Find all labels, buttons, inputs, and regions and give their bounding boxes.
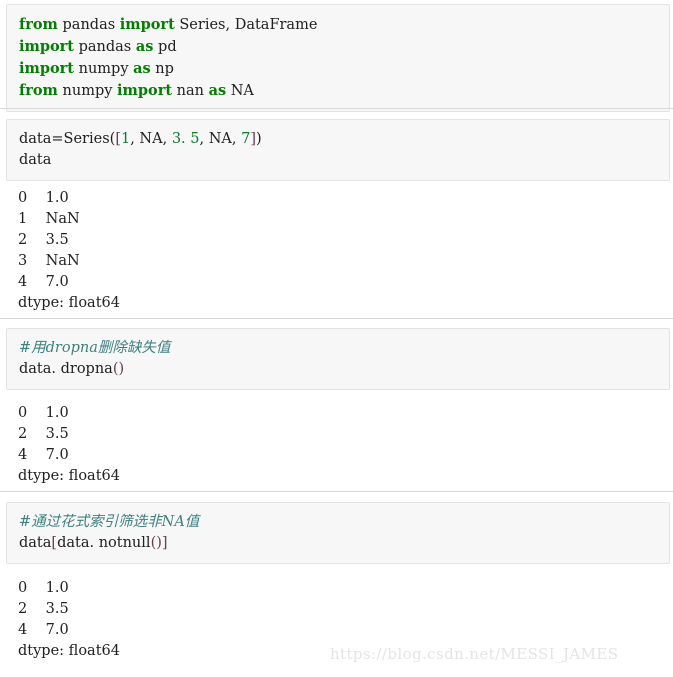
code-token-plain: np bbox=[150, 61, 174, 77]
code-token-cmt: #通过花式索引筛选非NA值 bbox=[19, 514, 200, 530]
output-line: 4 7.0 bbox=[18, 622, 69, 638]
code-token-plain: data. dropna bbox=[19, 361, 113, 377]
code-token-num: 3. 5 bbox=[171, 131, 200, 147]
code-token-plain: pandas bbox=[57, 17, 120, 33]
code-line: data[data. notnull()] bbox=[19, 533, 669, 554]
code-token-plain: data bbox=[19, 152, 52, 168]
jupyter-notebook-page: from pandas import Series, DataFrame impo… bbox=[0, 0, 673, 677]
code-token-plain: data. notnu bbox=[57, 535, 142, 551]
code-line: #用dropna删除缺失值 bbox=[19, 338, 669, 359]
code-cell-body[interactable]: data=Series([1, NA, 3. 5, NA, 7]) data bbox=[7, 120, 669, 180]
code-token-kw: import bbox=[117, 82, 173, 99]
code-token-kw: from bbox=[19, 82, 58, 99]
code-token-plain: data=Series( bbox=[19, 131, 116, 147]
output-line: dtype: float64 bbox=[18, 468, 120, 484]
code-token-plain: , NA, bbox=[199, 131, 242, 147]
code-token-plain: Series, DataFrame bbox=[174, 17, 318, 33]
output-area-dropna: 0 1.0 2 3.5 4 7.0 dtype: float64 bbox=[6, 403, 670, 487]
code-token-kw: as bbox=[208, 82, 227, 99]
code-line: data. dropna() bbox=[19, 359, 669, 380]
watermark-text: https://blog.csdn.net/MESSI_JAMES bbox=[330, 645, 619, 663]
code-token-num: 1 bbox=[120, 131, 131, 147]
code-token-kw: import bbox=[19, 38, 74, 55]
code-token-plain: numpy bbox=[57, 83, 118, 99]
code-line: from numpy import nan as NA bbox=[19, 80, 669, 102]
output-area-series: 0 1.0 1 NaN 2 3.5 3 NaN 4 7.0 dtype: float64 bbox=[6, 188, 670, 314]
code-token-plain: nan bbox=[172, 83, 209, 99]
code-line: #通过花式索引筛选非NA值 bbox=[19, 512, 669, 533]
output-line: 3 NaN bbox=[18, 253, 80, 269]
code-line: import pandas as pd bbox=[19, 36, 669, 58]
output-line: 0 1.0 bbox=[18, 405, 69, 421]
code-token-plain: numpy bbox=[74, 61, 134, 77]
output-line: 1 NaN bbox=[18, 211, 80, 227]
code-token-plain: pd bbox=[153, 39, 177, 55]
code-token-plain: , NA, bbox=[130, 131, 172, 147]
code-token-plain: ) bbox=[256, 131, 262, 147]
code-cell-body[interactable]: from pandas import Series, DataFrame impo… bbox=[7, 5, 669, 111]
code-token-plain: data bbox=[19, 535, 52, 551]
code-token-kw: as bbox=[133, 60, 151, 77]
code-cell-dropna[interactable]: #用dropna删除缺失值 data. dropna() bbox=[6, 328, 670, 390]
output-line: 4 7.0 bbox=[18, 274, 69, 290]
output-line: 2 3.5 bbox=[18, 232, 69, 248]
code-line: data bbox=[19, 150, 669, 171]
code-token-kw: as bbox=[135, 38, 154, 55]
code-token-kw: import bbox=[119, 16, 175, 33]
output-line: 2 3.5 bbox=[18, 601, 69, 617]
output-line: dtype: float64 bbox=[18, 295, 120, 311]
cell-separator bbox=[0, 491, 673, 492]
cell-separator bbox=[0, 318, 673, 319]
code-token-brk: ] bbox=[161, 535, 168, 551]
code-cell-notnull[interactable]: #通过花式索引筛选非NA值 data[data. notnull()] bbox=[6, 502, 670, 564]
code-cell-body[interactable]: #通过花式索引筛选非NA值 data[data. notnull()] bbox=[7, 503, 669, 563]
output-line: 0 1.0 bbox=[18, 190, 69, 206]
code-token-plain: NA bbox=[226, 83, 254, 99]
cell-separator bbox=[0, 108, 673, 109]
code-token-brk: () bbox=[112, 361, 125, 377]
code-token-cmt: #用dropna删除缺失值 bbox=[19, 340, 171, 356]
code-token-plain: pandas bbox=[74, 39, 136, 55]
code-cell-create-series[interactable]: data=Series([1, NA, 3. 5, NA, 7]) data bbox=[6, 119, 670, 181]
code-line: from pandas import Series, DataFrame bbox=[19, 14, 669, 36]
code-line: import numpy as np bbox=[19, 58, 669, 80]
code-token-kw: import bbox=[19, 60, 74, 77]
output-line: 4 7.0 bbox=[18, 447, 69, 463]
code-token-num: 7 bbox=[241, 131, 251, 147]
output-line: 2 3.5 bbox=[18, 426, 69, 442]
code-cell-body[interactable]: #用dropna删除缺失值 data. dropna() bbox=[7, 329, 669, 389]
code-token-brk: () bbox=[150, 535, 162, 551]
code-token-kw: from bbox=[19, 16, 58, 33]
code-cell-imports[interactable]: from pandas import Series, DataFrame impo… bbox=[6, 4, 670, 112]
output-line: 0 1.0 bbox=[18, 580, 69, 596]
code-line: data=Series([1, NA, 3. 5, NA, 7]) bbox=[19, 129, 669, 150]
code-token-plain: ll bbox=[141, 535, 151, 551]
